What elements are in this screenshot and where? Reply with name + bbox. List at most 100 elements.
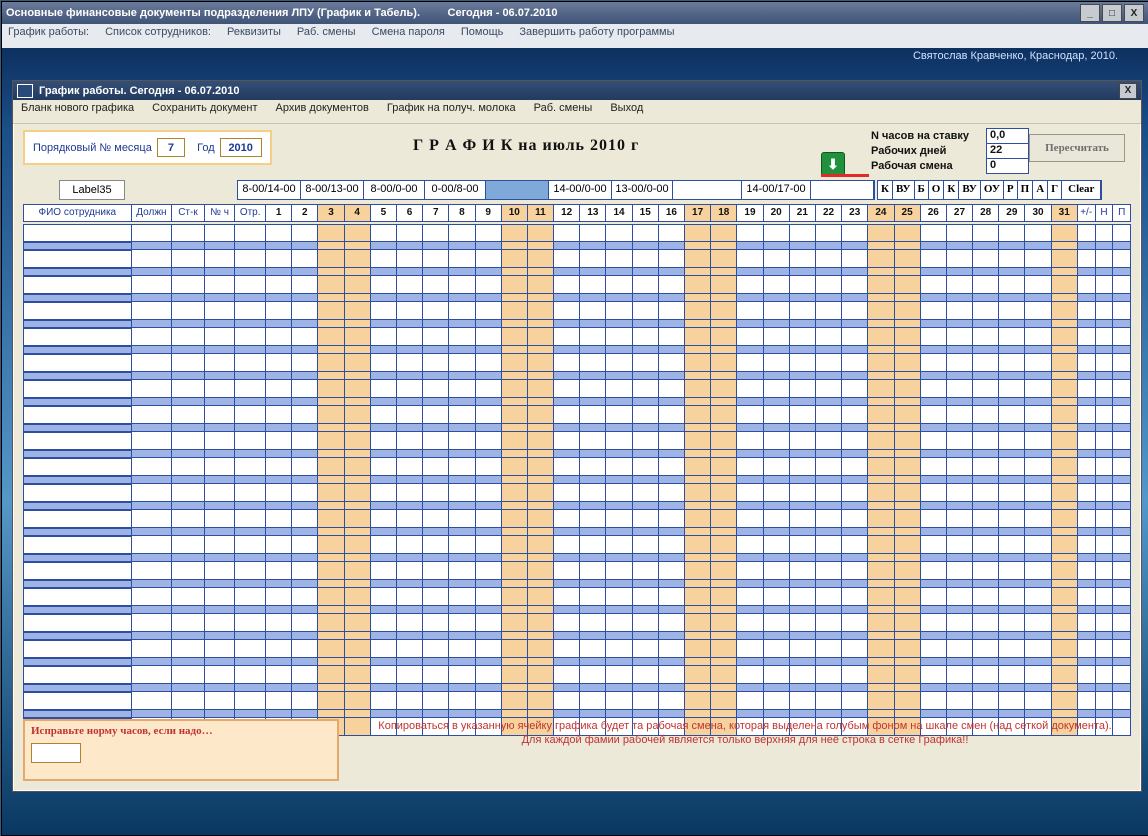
day-cell[interactable]: [475, 484, 501, 502]
day-cell[interactable]: [579, 536, 605, 554]
day-cell[interactable]: [632, 372, 658, 380]
day-cell[interactable]: [658, 614, 684, 632]
day-cell[interactable]: [815, 268, 841, 276]
day-cell[interactable]: [684, 588, 710, 606]
emp-cell[interactable]: [171, 424, 204, 432]
day-cell[interactable]: [1051, 580, 1077, 588]
day-cell[interactable]: [370, 484, 396, 502]
day-cell[interactable]: [684, 554, 710, 562]
emp-cell[interactable]: [23, 320, 131, 328]
day-cell[interactable]: [344, 684, 370, 692]
day-cell[interactable]: [370, 658, 396, 666]
day-cell[interactable]: [448, 250, 474, 268]
emp-cell[interactable]: [171, 606, 204, 614]
day-cell[interactable]: [291, 666, 317, 684]
day-cell[interactable]: [841, 510, 867, 528]
day-cell[interactable]: [736, 562, 762, 580]
day-cell[interactable]: [422, 476, 448, 484]
day-cell[interactable]: [579, 632, 605, 640]
emp-cell[interactable]: [171, 406, 204, 424]
day-cell[interactable]: [605, 710, 631, 718]
day-cell[interactable]: [396, 224, 422, 242]
day-cell[interactable]: [291, 354, 317, 372]
code-button[interactable]: ВУ: [959, 181, 981, 199]
day-cell[interactable]: [344, 562, 370, 580]
extra-cell[interactable]: [1077, 302, 1095, 320]
day-cell[interactable]: [370, 302, 396, 320]
day-cell[interactable]: [475, 380, 501, 398]
day-cell[interactable]: [894, 510, 920, 528]
day-cell[interactable]: [527, 666, 553, 684]
day-cell[interactable]: [553, 398, 579, 406]
day-cell[interactable]: [527, 346, 553, 354]
day-cell[interactable]: [920, 476, 946, 484]
emp-cell[interactable]: [204, 372, 235, 380]
day-cell[interactable]: [448, 614, 474, 632]
day-cell[interactable]: [344, 432, 370, 450]
day-cell[interactable]: [789, 424, 815, 432]
extra-cell[interactable]: [1112, 562, 1131, 580]
day-cell[interactable]: [658, 476, 684, 484]
day-cell[interactable]: [763, 242, 789, 250]
day-cell[interactable]: [422, 614, 448, 632]
day-cell[interactable]: [763, 476, 789, 484]
day-cell[interactable]: [370, 432, 396, 450]
year-input[interactable]: [220, 138, 262, 157]
day-cell[interactable]: [710, 502, 736, 510]
day-cell[interactable]: [710, 224, 736, 242]
extra-cell[interactable]: [1095, 242, 1113, 250]
day-cell[interactable]: [370, 380, 396, 398]
day-cell[interactable]: [579, 424, 605, 432]
extra-cell[interactable]: [1095, 632, 1113, 640]
day-cell[interactable]: [527, 354, 553, 372]
day-cell[interactable]: [422, 588, 448, 606]
day-cell[interactable]: [736, 458, 762, 476]
day-cell[interactable]: [501, 692, 527, 710]
day-cell[interactable]: [1024, 346, 1050, 354]
emp-cell[interactable]: [23, 268, 131, 276]
day-cell[interactable]: [1024, 666, 1050, 684]
emp-cell[interactable]: [234, 658, 265, 666]
day-cell[interactable]: [972, 528, 998, 536]
day-cell[interactable]: [841, 250, 867, 268]
day-cell[interactable]: [789, 554, 815, 562]
day-cell[interactable]: [894, 276, 920, 294]
day-cell[interactable]: [448, 502, 474, 510]
day-cell[interactable]: [317, 580, 343, 588]
day-cell[interactable]: [344, 580, 370, 588]
day-cell[interactable]: [815, 354, 841, 372]
extra-cell[interactable]: [1095, 658, 1113, 666]
day-cell[interactable]: [317, 276, 343, 294]
day-cell[interactable]: [475, 536, 501, 554]
day-cell[interactable]: [946, 424, 972, 432]
day-cell[interactable]: [344, 606, 370, 614]
day-cell[interactable]: [894, 320, 920, 328]
emp-cell[interactable]: [204, 224, 235, 242]
day-cell[interactable]: [972, 588, 998, 606]
extra-cell[interactable]: [1112, 658, 1131, 666]
day-cell[interactable]: [972, 372, 998, 380]
emp-cell[interactable]: [204, 424, 235, 432]
day-cell[interactable]: [317, 294, 343, 302]
day-cell[interactable]: [710, 328, 736, 346]
day-cell[interactable]: [422, 666, 448, 684]
day-cell[interactable]: [658, 450, 684, 458]
day-cell[interactable]: [867, 372, 893, 380]
emp-cell[interactable]: [204, 588, 235, 606]
day-cell[interactable]: [894, 658, 920, 666]
day-cell[interactable]: [448, 294, 474, 302]
day-cell[interactable]: [265, 554, 291, 562]
day-cell[interactable]: [710, 242, 736, 250]
day-cell[interactable]: [317, 484, 343, 502]
extra-cell[interactable]: [1112, 302, 1131, 320]
day-cell[interactable]: [448, 710, 474, 718]
emp-cell[interactable]: [131, 476, 172, 484]
day-cell[interactable]: [946, 250, 972, 268]
day-cell[interactable]: [317, 372, 343, 380]
day-cell[interactable]: [763, 536, 789, 554]
day-cell[interactable]: [710, 276, 736, 294]
extra-cell[interactable]: [1077, 562, 1095, 580]
emp-cell[interactable]: [23, 536, 131, 554]
emp-cell[interactable]: [234, 268, 265, 276]
day-cell[interactable]: [475, 398, 501, 406]
